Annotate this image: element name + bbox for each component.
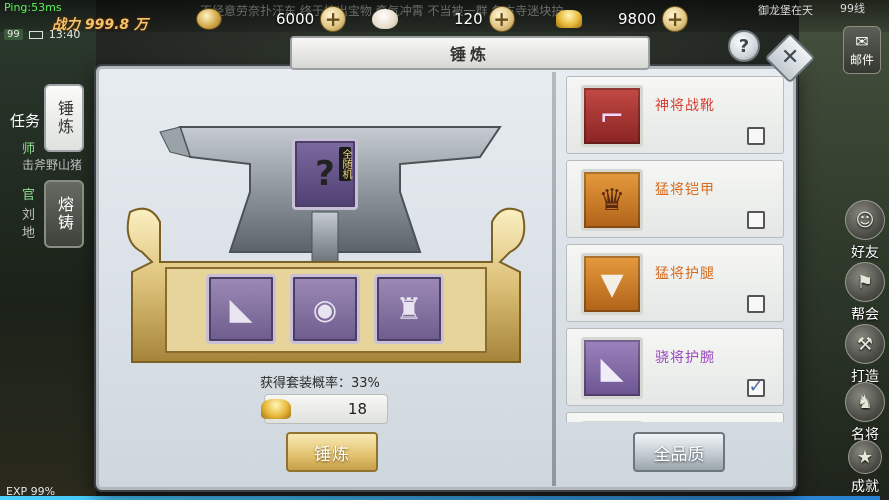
material-slot-2[interactable]: ◉: [290, 274, 360, 344]
clock-time: 13:40: [48, 28, 81, 41]
bracer-icon: ◣: [600, 350, 624, 386]
result-slot[interactable]: ? 全随机: [292, 138, 358, 210]
guild-label: 帮会: [851, 307, 879, 323]
list-item[interactable]: ◣ 骁将护腕 ✓: [566, 328, 784, 406]
quest-item-2-desc: 刘: [22, 208, 36, 223]
friends-button[interactable]: ☺ 好友: [845, 200, 885, 262]
exp-bar: [0, 496, 889, 500]
unknown-result-icon: ?: [315, 154, 335, 194]
mail-icon: ✉: [855, 32, 869, 51]
item-thumbnail: ⌐: [581, 85, 643, 147]
equipment-list[interactable]: ⌐ 神将战靴 ♛ 猛将铠甲 ▼ 猛将护腿 ◣ 骁将护腕 ✓: [566, 76, 784, 422]
forge-menu-button[interactable]: ⚒ 打造: [845, 324, 885, 386]
all-quality-button[interactable]: 全品质: [633, 432, 725, 472]
checkmark-icon: ✓: [748, 375, 764, 397]
add-ingot-button[interactable]: +: [662, 6, 689, 32]
list-item[interactable]: [566, 412, 784, 422]
list-item[interactable]: ▼ 猛将护腿: [566, 244, 784, 322]
achievement-icon: ★: [848, 440, 882, 474]
general-icon: ♞: [845, 382, 885, 422]
guild-button[interactable]: ⚑ 帮会: [845, 262, 885, 324]
tab-forge[interactable]: 锤炼: [44, 84, 84, 152]
server-name: 御龙堡在天: [758, 4, 813, 17]
mail-label: 邮件: [849, 53, 874, 67]
bun-amount: 120: [454, 10, 483, 28]
item-checkbox[interactable]: [747, 211, 765, 229]
quest-item-2[interactable]: 官: [22, 184, 35, 203]
list-item[interactable]: ♛ 猛将铠甲: [566, 160, 784, 238]
forge-button[interactable]: 锤炼: [286, 432, 378, 472]
forge-cost-amount: 18: [347, 400, 367, 418]
exp-readout: EXP 99%: [6, 485, 56, 498]
forge-area: ? 全随机 ◣ ◉ ♜ 获得套装概率：33% 18 锤炼: [100, 72, 552, 486]
add-copper-button[interactable]: +: [320, 6, 347, 32]
steamed-bun-icon: [372, 9, 398, 29]
list-item[interactable]: ⌐ 神将战靴: [566, 76, 784, 154]
item-name: 猛将铠甲: [655, 182, 715, 198]
question-icon: ?: [738, 35, 750, 57]
gold-ingot-icon: [556, 10, 582, 28]
material-slot-3[interactable]: ♜: [374, 274, 444, 344]
helmet-icon: ♜: [395, 291, 423, 327]
item-checkbox[interactable]: [747, 127, 765, 145]
bracer-icon: ◣: [229, 291, 253, 327]
tab-smelt[interactable]: 熔铸: [44, 180, 84, 248]
status-row: 99 13:40: [4, 28, 80, 41]
item-checkbox[interactable]: [747, 295, 765, 313]
copper-currency: 6000 +: [196, 6, 347, 32]
item-thumbnail: ◣: [581, 337, 643, 399]
gold-ingot-icon: [261, 399, 291, 419]
mail-button[interactable]: ✉ 邮件: [843, 26, 881, 74]
item-thumbnail: ▼: [581, 253, 643, 315]
item-name: 骁将护腕: [655, 350, 715, 366]
friends-label: 好友: [851, 245, 879, 261]
armor-icon: ♛: [598, 182, 626, 218]
item-checkbox[interactable]: ✓: [747, 375, 765, 397]
random-suit-label: 全随机: [339, 147, 351, 181]
achievement-label: 成就: [851, 479, 879, 495]
forge-cost: 18: [261, 394, 388, 424]
level-badge: 99: [4, 29, 23, 40]
exp-fill: [0, 496, 881, 500]
ping-readout: Ping:53ms: [4, 1, 62, 14]
help-button[interactable]: ?: [728, 30, 760, 62]
item-name: 神将战靴: [655, 98, 715, 114]
server-line: 99线: [840, 2, 865, 15]
copper-amount: 6000: [276, 10, 315, 28]
battery-icon: [28, 30, 43, 39]
friends-icon: ☺: [845, 200, 885, 240]
quest-item-1[interactable]: 师: [22, 138, 35, 157]
ingot-amount: 9800: [618, 10, 657, 28]
ingot-currency: 9800 +: [556, 6, 689, 32]
quest-item-1-desc: 击斧野山猪: [22, 158, 83, 172]
item-thumbnail: ♛: [581, 169, 643, 231]
achievement-button[interactable]: ★ 成就: [845, 440, 885, 496]
left-hud-background: [0, 0, 96, 500]
leg-guard-icon: ▼: [600, 266, 624, 302]
add-bun-button[interactable]: +: [488, 6, 515, 32]
boots-icon: ⌐: [599, 98, 625, 134]
suit-probability: 获得套装概率：33%: [260, 376, 380, 391]
guild-icon: ⚑: [845, 262, 885, 302]
generals-button[interactable]: ♞ 名将: [845, 382, 885, 444]
bun-currency: 120 +: [372, 6, 515, 32]
dialog-title: 锤炼: [290, 36, 650, 70]
material-slot-1[interactable]: ◣: [206, 274, 276, 344]
hammer-icon: ⚒: [845, 324, 885, 364]
close-icon: ✕: [780, 45, 800, 70]
item-thumbnail: [581, 421, 643, 422]
quest-tab-label[interactable]: 任务: [10, 110, 40, 131]
quest-item-2-desc-2: 地: [22, 226, 36, 241]
panel-divider: [552, 72, 556, 486]
item-name: 猛将护腿: [655, 266, 715, 282]
copper-coin-icon: [196, 8, 222, 30]
belt-icon: ◉: [312, 292, 338, 326]
